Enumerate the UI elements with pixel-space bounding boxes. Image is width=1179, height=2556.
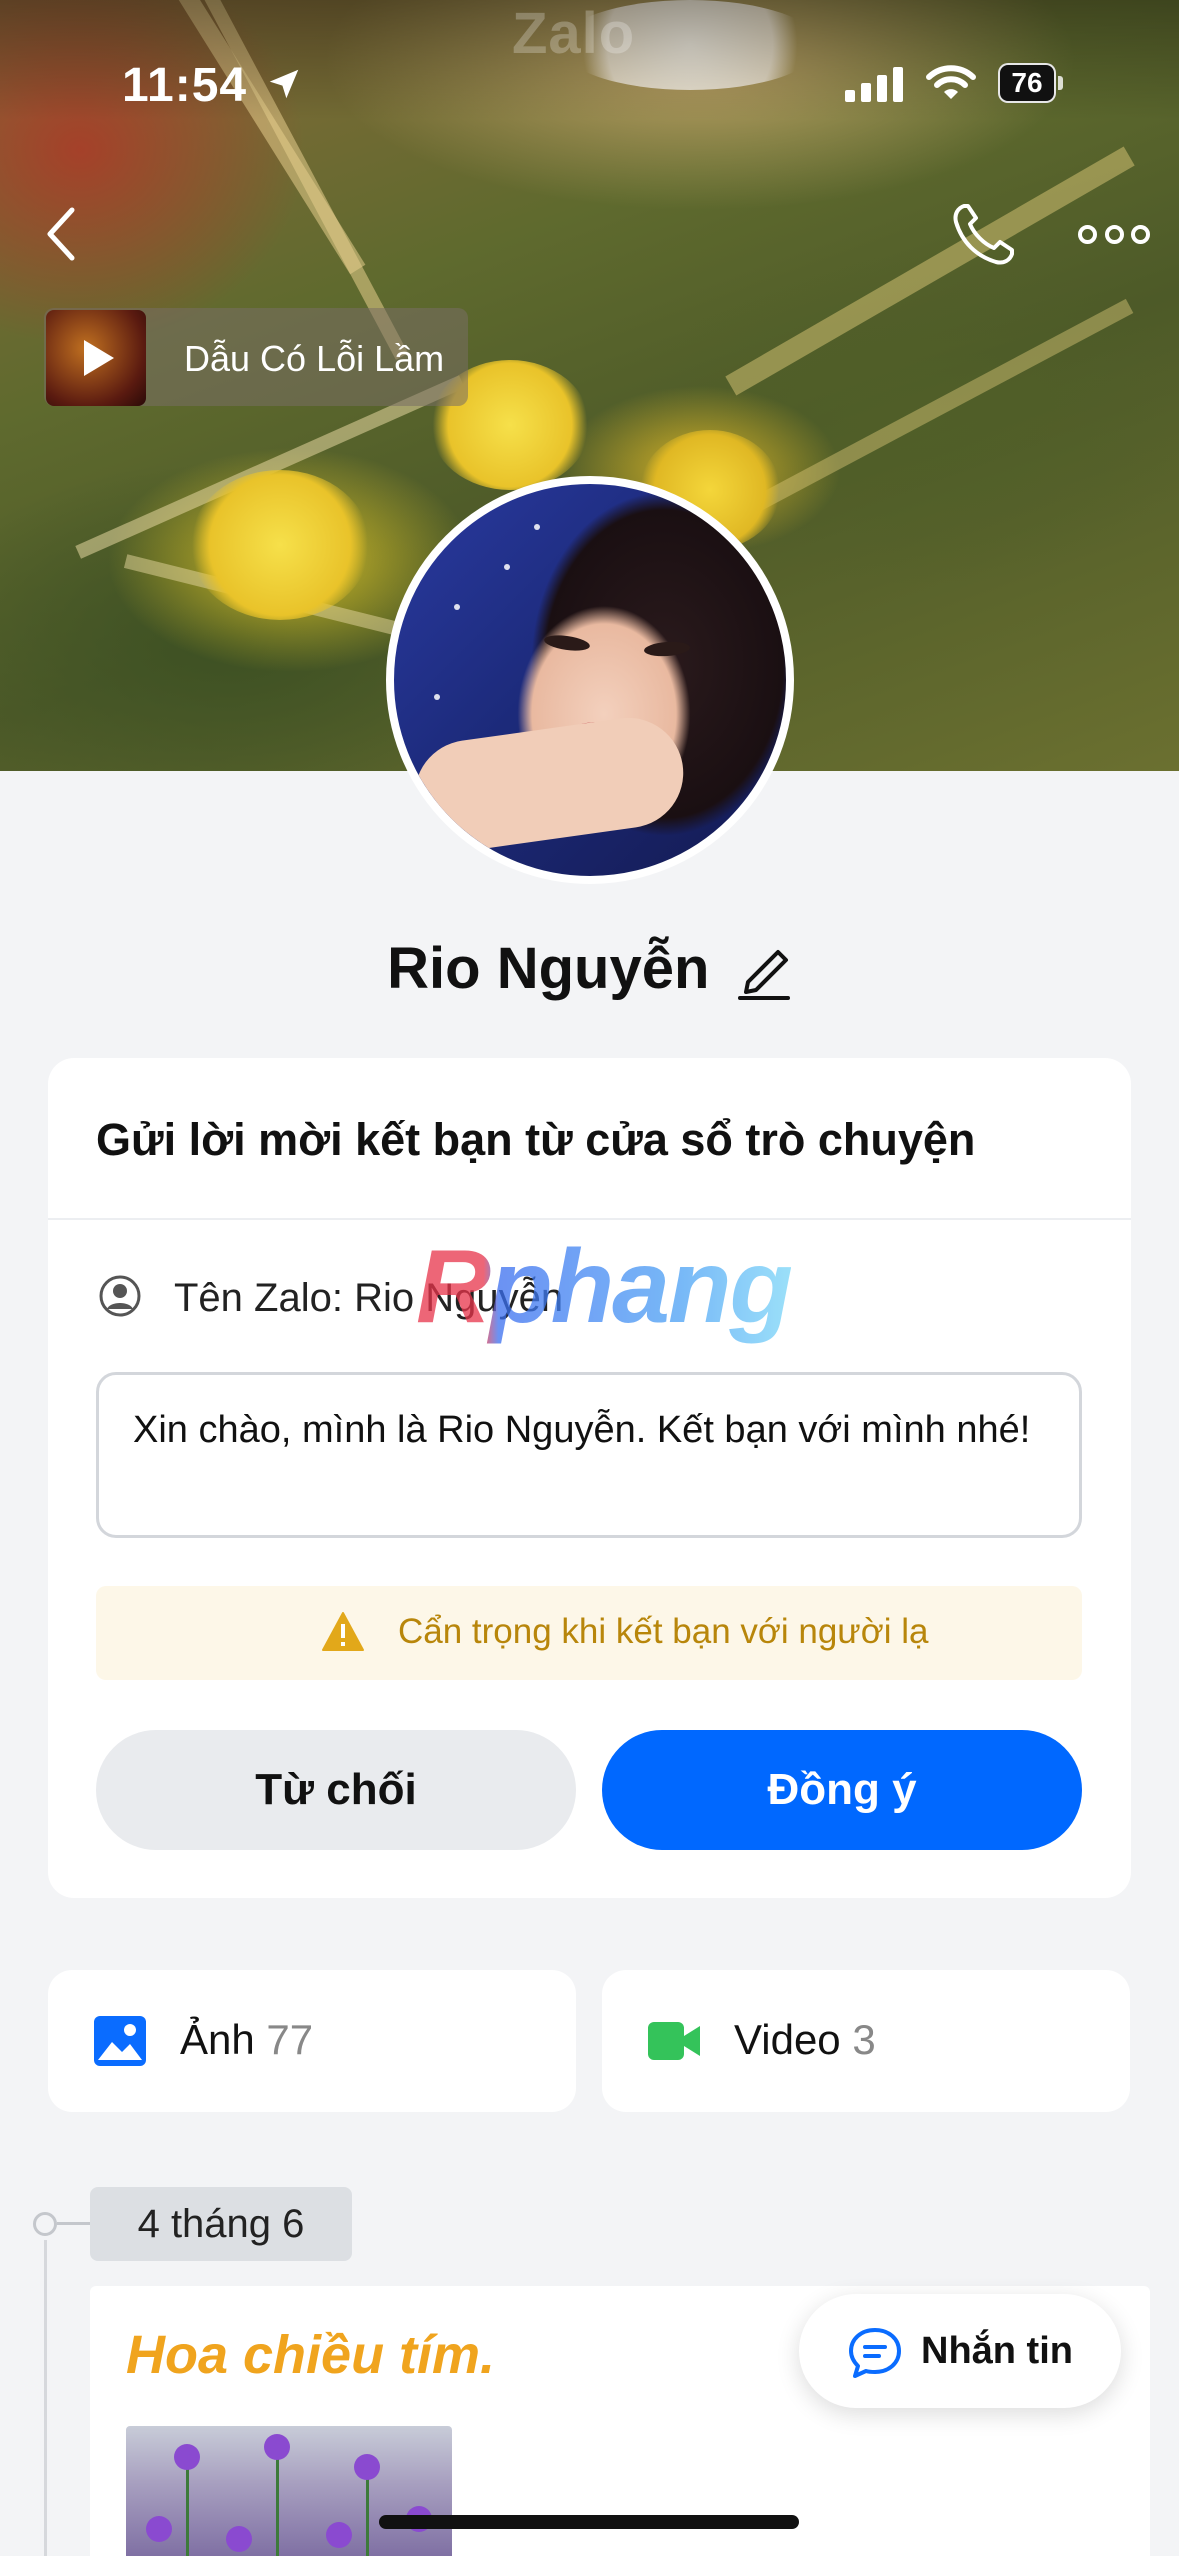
warning-text: Cẩn trọng khi kết bạn với người lạ: [398, 1612, 929, 1651]
post-title: Hoa chiều tím.: [126, 2325, 496, 2385]
warning-triangle-icon: [322, 1612, 364, 1651]
timeline-date-chip: 4 tháng 6: [90, 2187, 352, 2261]
profile-music-chip[interactable]: Dẫu Có Lỗi Lầm: [44, 308, 468, 406]
profile-name: Rio Nguyễn: [387, 936, 710, 1001]
video-camera-icon: [648, 2022, 700, 2060]
chat-bubble-icon: [849, 2328, 901, 2378]
home-indicator[interactable]: [379, 2515, 799, 2529]
post-photo[interactable]: [126, 2426, 452, 2556]
friend-request-message: Xin chào, mình là Rio Nguyễn. Kết bạn vớ…: [96, 1372, 1082, 1538]
send-message-button[interactable]: Nhắn tin: [799, 2294, 1121, 2408]
location-arrow-icon: [269, 69, 299, 99]
photos-label: Ảnh: [180, 2016, 255, 2063]
battery-level: 76: [1011, 67, 1043, 98]
photos-count: 77: [266, 2016, 314, 2063]
send-message-label: Nhắn tin: [921, 2330, 1073, 2372]
friend-request-heading: Gửi lời mời kết bạn từ cửa sổ trò chuyện: [96, 1114, 976, 1165]
status-bar: 11:54 76: [0, 0, 1179, 150]
profile-name-row: Rio Nguyễn: [0, 935, 1179, 1002]
videos-label: Video: [734, 2016, 841, 2063]
wifi-icon: [926, 65, 976, 99]
cellular-signal-icon: [845, 66, 905, 102]
videos-tile[interactable]: Video 3: [602, 1970, 1130, 2112]
friend-request-card: Gửi lời mời kết bạn từ cửa sổ trò chuyện…: [48, 1058, 1131, 1898]
edit-pencil-icon[interactable]: [736, 938, 792, 1000]
videos-count: 3: [852, 2016, 876, 2063]
play-icon[interactable]: [84, 340, 114, 376]
status-time: 11:54: [122, 59, 248, 112]
timeline-dot: [33, 2212, 57, 2236]
photos-tile[interactable]: Ảnh 77: [48, 1970, 576, 2112]
back-chevron-icon[interactable]: [38, 204, 88, 264]
timeline-connector: [57, 2222, 91, 2225]
accept-button[interactable]: Đồng ý: [602, 1730, 1082, 1850]
avatar[interactable]: [386, 476, 794, 884]
stranger-warning-banner: Cẩn trọng khi kết bạn với người lạ: [96, 1586, 1082, 1680]
divider: [48, 1218, 1131, 1220]
battery-icon: 76: [998, 63, 1064, 103]
music-title: Dẫu Có Lỗi Lầm: [184, 338, 445, 379]
photo-gallery-icon: [94, 2016, 146, 2066]
user-circle-icon: [99, 1275, 141, 1317]
rphang-watermark: Rphang: [416, 1229, 793, 1345]
decline-button[interactable]: Từ chối: [96, 1730, 576, 1850]
more-options-icon[interactable]: [1078, 222, 1150, 246]
music-cover-thumbnail: [46, 310, 146, 406]
phone-call-icon[interactable]: [950, 200, 1014, 268]
timeline-line: [44, 2240, 47, 2556]
